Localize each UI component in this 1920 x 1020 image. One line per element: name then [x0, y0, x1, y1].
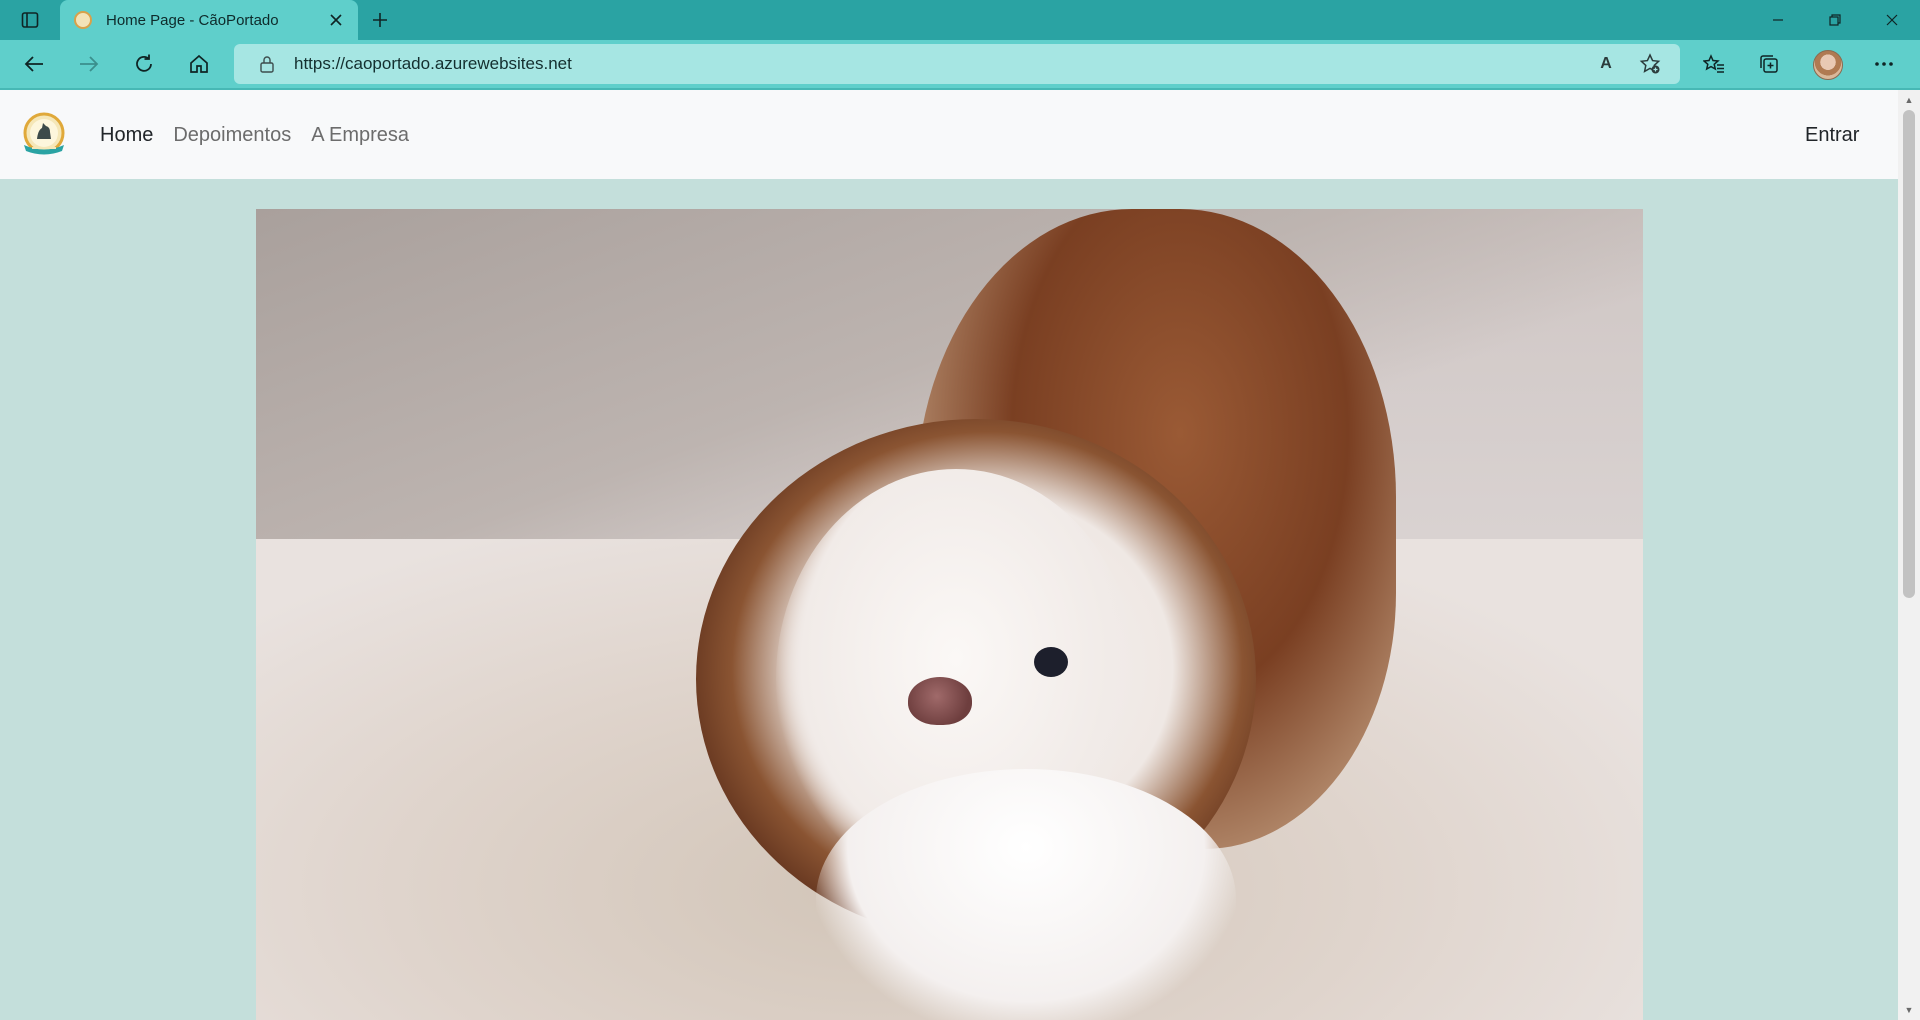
favorites-icon[interactable] [1696, 46, 1732, 82]
lock-icon[interactable] [256, 53, 278, 75]
scroll-down-icon[interactable]: ▼ [1898, 1002, 1920, 1018]
window-controls [1749, 0, 1920, 40]
scrollbar-thumb[interactable] [1903, 110, 1915, 598]
nav-link-home[interactable]: Home [100, 124, 153, 147]
nav-link-depoimentos[interactable]: Depoimentos [173, 124, 291, 147]
browser-tab-active[interactable]: Home Page - CãoPortado [60, 0, 358, 40]
hero-image [256, 209, 1643, 1020]
dog-nose [908, 677, 972, 725]
close-icon[interactable] [326, 10, 346, 30]
home-icon[interactable] [181, 46, 217, 82]
plus-icon[interactable] [366, 7, 394, 33]
tab-actions-icon[interactable] [14, 7, 46, 33]
browser-toolbar: https://caoportado.azurewebsites.net A [0, 40, 1920, 88]
site-favicon-icon [74, 11, 92, 29]
tab-title: Home Page - CãoPortado [106, 11, 279, 29]
dog-eye [1034, 647, 1068, 677]
site-nav: Home Depoimentos A Empresa [100, 124, 409, 147]
more-icon[interactable] [1866, 46, 1902, 82]
nav-link-a-empresa[interactable]: A Empresa [311, 124, 409, 147]
read-aloud-label: A [1600, 55, 1612, 72]
forward-arrow-icon[interactable] [71, 46, 107, 82]
restore-icon[interactable] [1806, 0, 1863, 40]
minimize-icon[interactable] [1749, 0, 1806, 40]
browser-tab-bar: Home Page - CãoPortado [0, 0, 1920, 40]
read-aloud-button[interactable]: A [1584, 46, 1628, 82]
dog-chest [816, 769, 1236, 1020]
url-text[interactable]: https://caoportado.azurewebsites.net [294, 54, 1584, 74]
login-link[interactable]: Entrar [1805, 124, 1859, 147]
scroll-up-icon[interactable]: ▲ [1898, 92, 1920, 108]
favorite-add-icon[interactable] [1628, 46, 1672, 82]
site-logo[interactable] [20, 112, 68, 158]
profile-avatar[interactable] [1813, 50, 1843, 80]
page-scrollbar[interactable]: ▲ ▼ [1898, 90, 1920, 1020]
collections-icon[interactable] [1751, 46, 1787, 82]
address-bar[interactable]: https://caoportado.azurewebsites.net A [234, 44, 1680, 84]
site-header: Home Depoimentos A Empresa Entrar [0, 90, 1898, 179]
refresh-icon[interactable] [126, 46, 162, 82]
back-arrow-icon[interactable] [16, 46, 52, 82]
close-window-icon[interactable] [1863, 0, 1920, 40]
